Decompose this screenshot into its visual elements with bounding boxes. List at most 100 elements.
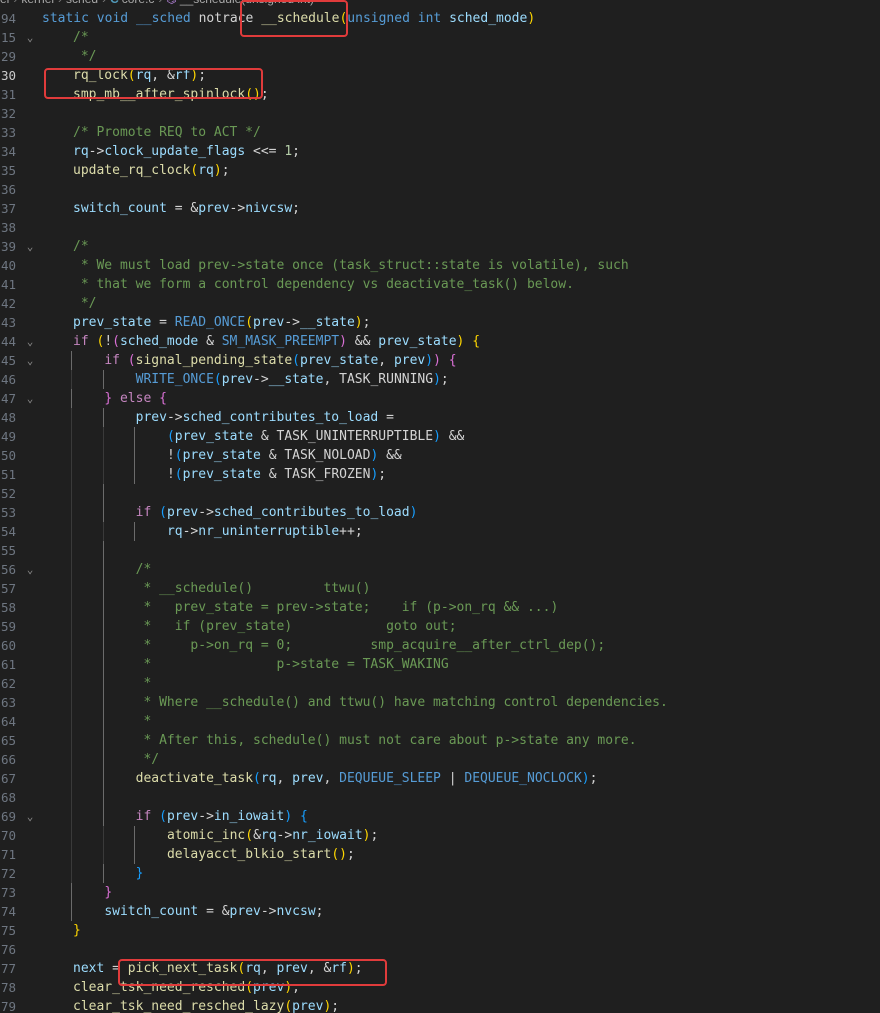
code-token: switch_count (104, 904, 207, 919)
code-token: sched_contributes_to_load (182, 410, 387, 425)
code-token: TASK_RUNNING (339, 372, 434, 387)
chevron-down-icon[interactable]: ⌄ (24, 351, 36, 370)
code-line[interactable]: 54 rq->nr_uninterruptible++; (0, 522, 880, 541)
code-line[interactable]: 59 * if (prev_state) goto out; (0, 617, 880, 636)
code-line[interactable]: 31 smp_mb__after_spinlock(); (0, 85, 880, 104)
chevron-down-icon[interactable]: ⌄ (24, 237, 36, 256)
code-token: ( (174, 448, 183, 463)
code-token: next (73, 961, 113, 976)
code-line[interactable]: 66 */ (0, 750, 880, 769)
code-line[interactable]: 37 switch_count = &prev->nivcsw; (0, 199, 880, 218)
code-line[interactable]: 46 WRITE_ONCE(prev->__state, TASK_RUNNING… (0, 370, 880, 389)
code-token: smp_mb__after_spinlock (73, 87, 246, 102)
code-line[interactable]: 48 prev->sched_contributes_to_load = (0, 408, 880, 427)
code-line[interactable]: 79 clear_tsk_need_resched_lazy(prev); (0, 997, 880, 1013)
code-line[interactable]: 73} (0, 883, 880, 902)
code-token: -> (88, 144, 105, 159)
code-line[interactable]: 63 * Where __schedule() and ttwu() have … (0, 693, 880, 712)
code-text: /* (73, 28, 89, 47)
indent-guide (71, 731, 73, 750)
code-line[interactable]: 34 rq->clock_update_flags <<= 1; (0, 142, 880, 161)
code-line[interactable]: 77 next = pick_next_task(rq, prev, &rf); (0, 959, 880, 978)
code-line[interactable]: 33 /* Promote REQ to ACT */ (0, 123, 880, 142)
breadcrumb-item[interactable]: el (0, 0, 9, 6)
code-line[interactable]: 39 ⌄ /* (0, 237, 880, 256)
indent-guide (102, 446, 104, 465)
code-line[interactable]: 74 switch_count = &prev->nvcsw; (0, 902, 880, 921)
code-line[interactable]: 44 ⌄ if (!(sched_mode & SM_MASK_PREEMPT) &… (0, 332, 880, 351)
code-line[interactable]: 67 deactivate_task(rq, prev, DEQUEUE_SLEE… (0, 769, 880, 788)
indent-guide (102, 408, 104, 427)
breadcrumb-item[interactable]: sched (66, 0, 98, 6)
code-line[interactable]: 41 * that we form a control dependency v… (0, 275, 880, 294)
code-editor[interactable]: 94 static void __sched notrace __schedule… (0, 9, 880, 1013)
code-token: else (119, 391, 160, 406)
chevron-down-icon[interactable]: ⌄ (24, 389, 36, 408)
code-token: DEQUEUE_NOCLOCK (464, 771, 582, 786)
breadcrumb-item[interactable]: kernel (21, 0, 54, 6)
code-token: clear_tsk_need_resched (73, 980, 246, 995)
code-line[interactable]: 72} (0, 864, 880, 883)
code-line[interactable]: 32 (0, 104, 880, 123)
code-line[interactable]: 45 ⌄ if (signal_pending_state(prev_state, … (0, 351, 880, 370)
code-line[interactable]: 58 * prev_state = prev->state; if (p->on… (0, 598, 880, 617)
code-line[interactable]: 69 ⌄ if (prev->in_iowait) { (0, 807, 880, 826)
breadcrumb-item[interactable]: core.c (122, 0, 155, 6)
line-number: 36 (0, 182, 16, 197)
code-line[interactable]: 62 * (0, 674, 880, 693)
code-token: rq (245, 961, 261, 976)
code-line[interactable]: 40 * We must load prev->state once (task… (0, 256, 880, 275)
code-line[interactable]: 55 (0, 541, 880, 560)
code-token: ) (581, 771, 590, 786)
code-token: prev_state (182, 448, 269, 463)
code-line[interactable]: 47 ⌄} else { (0, 389, 880, 408)
line-number: 47 (0, 391, 16, 406)
line-number: 57 (0, 581, 16, 596)
code-line[interactable]: 51 !(prev_state & TASK_FROZEN); (0, 465, 880, 484)
code-line[interactable]: 94 static void __sched notrace __schedule… (0, 9, 880, 28)
code-token: ( (159, 505, 167, 520)
indent-guide (71, 351, 73, 370)
chevron-down-icon[interactable]: ⌄ (24, 28, 36, 47)
code-token: clear_tsk_need_resched_lazy (73, 999, 285, 1013)
code-line[interactable]: 53 if (prev->sched_contributes_to_load) (0, 503, 880, 522)
code-token: && (378, 448, 402, 463)
code-line[interactable]: 70 atomic_inc(&rq->nr_iowait); (0, 826, 880, 845)
code-token: ( (127, 68, 136, 83)
code-text: if (signal_pending_state(prev_state, pre… (104, 351, 456, 370)
code-token: * (135, 714, 152, 729)
code-line[interactable]: 60 * p->on_rq = 0; smp_acquire__after_ct… (0, 636, 880, 655)
line-number: 51 (0, 467, 16, 482)
chevron-down-icon[interactable]: ⌄ (24, 807, 36, 826)
code-line[interactable]: 29 */ (0, 47, 880, 66)
code-line[interactable]: 61 * p->state = TASK_WAKING (0, 655, 880, 674)
code-line[interactable]: 52 (0, 484, 880, 503)
code-line[interactable]: 68 (0, 788, 880, 807)
code-token: __state (268, 372, 324, 387)
code-line[interactable]: 64 * (0, 712, 880, 731)
chevron-down-icon[interactable]: ⌄ (24, 332, 36, 351)
code-line[interactable]: 71 delayacct_blkio_start(); (0, 845, 880, 864)
code-line[interactable]: 15 ⌄ /* (0, 28, 880, 47)
code-line[interactable]: 57 * __schedule() ttwu() (0, 579, 880, 598)
breadcrumb-item[interactable]: __schedule(unsigned int) (180, 0, 314, 6)
code-line[interactable]: 35 update_rq_clock(rq); (0, 161, 880, 180)
indent-guide (102, 465, 104, 484)
code-line[interactable]: 49 (prev_state & TASK_UNINTERRUPTIBLE) && (0, 427, 880, 446)
chevron-down-icon[interactable]: ⌄ (24, 560, 36, 579)
code-line[interactable]: 42 */ (0, 294, 880, 313)
code-line[interactable]: 43 prev_state = READ_ONCE(prev->__state); (0, 313, 880, 332)
code-token: ( (213, 372, 222, 387)
code-line[interactable]: 75} (0, 921, 880, 940)
code-line[interactable]: 76 (0, 940, 880, 959)
code-line[interactable]: 78 clear_tsk_need_resched(prev); (0, 978, 880, 997)
code-line[interactable]: 36 (0, 180, 880, 199)
code-line[interactable]: 30 rq_lock(rq, &rf); (0, 66, 880, 85)
code-text: * if (prev_state) goto out; (136, 617, 456, 636)
code-line[interactable]: 38 (0, 218, 880, 237)
code-text: !(prev_state & TASK_FROZEN); (167, 465, 386, 484)
code-token: ; (292, 980, 300, 995)
code-line[interactable]: 56 ⌄ /* (0, 560, 880, 579)
code-line[interactable]: 65 * After this, schedule() must not car… (0, 731, 880, 750)
code-line[interactable]: 50 !(prev_state & TASK_NOLOAD) && (0, 446, 880, 465)
